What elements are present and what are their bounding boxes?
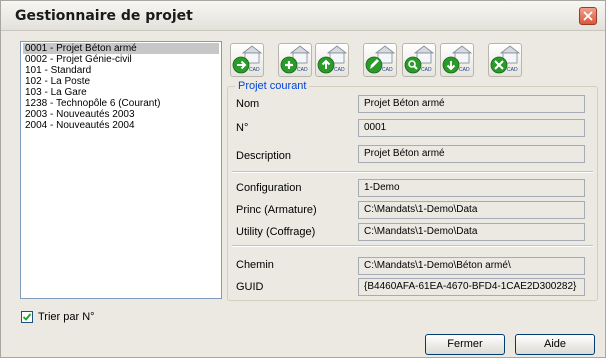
tools-icon: CAD [490, 45, 521, 74]
cad-label: CAD [249, 67, 260, 73]
current-project-group: Projet courant Nom Projet Béton armé N° … [227, 80, 598, 301]
description-label: Description [236, 150, 292, 162]
cad-label: CAD [421, 67, 432, 73]
checkbox-box[interactable] [21, 311, 33, 323]
sort-by-number-checkbox[interactable]: Trier par N° [21, 311, 95, 323]
edit-project-button[interactable]: CAD [363, 43, 397, 77]
upload-project-button[interactable]: CAD [315, 43, 349, 77]
cad-label: CAD [297, 67, 308, 73]
separator [232, 245, 593, 247]
edit-icon: CAD [365, 45, 396, 74]
description-field: Projet Béton armé [358, 145, 585, 163]
name-label: Nom [236, 98, 260, 110]
title-bar[interactable]: Gestionnaire de projet [1, 1, 605, 31]
guid-label: GUID [236, 281, 264, 293]
arrow-right-icon: CAD [232, 45, 263, 74]
project-list-item[interactable]: 102 - La Poste [23, 76, 219, 87]
checkmark-icon [22, 313, 32, 321]
project-list-item[interactable]: 2003 - Nouveautés 2003 [23, 109, 219, 120]
project-list-item[interactable]: 101 - Standard [23, 65, 219, 76]
plus-icon: CAD [280, 45, 311, 74]
path-label: Chemin [236, 259, 274, 271]
download-project-button[interactable]: CAD [440, 43, 474, 77]
name-field: Projet Béton armé [358, 95, 585, 113]
cad-label: CAD [507, 67, 518, 73]
configuration-field: 1-Demo [358, 179, 585, 197]
project-list-item[interactable]: 103 - La Gare [23, 87, 219, 98]
cad-label: CAD [334, 67, 345, 73]
search-project-button[interactable]: CAD [402, 43, 436, 77]
utility-coffrage-field: C:\Mandats\1-Demo\Data [358, 223, 585, 241]
configuration-label: Configuration [236, 182, 302, 194]
arrow-up-icon: CAD [317, 45, 348, 74]
search-icon: CAD [404, 45, 435, 74]
guid-field: {B4460AFA-61EA-4670-BFD4-1CAE2D300282} [358, 278, 585, 296]
close-icon [583, 11, 593, 21]
project-list-item[interactable]: 1238 - Technopôle 6 (Courant) [23, 98, 219, 109]
separator [232, 171, 593, 173]
princ-armature-field: C:\Mandats\1-Demo\Data [358, 201, 585, 219]
new-project-button[interactable]: CAD [278, 43, 312, 77]
number-field: 0001 [358, 119, 585, 137]
arrow-down-icon: CAD [442, 45, 473, 74]
cad-label: CAD [382, 67, 393, 73]
path-field: C:\Mandats\1-Demo\Béton armé\ [358, 257, 585, 275]
close-button[interactable]: Fermer [425, 334, 505, 355]
princ-armature-label: Princ (Armature) [236, 204, 317, 216]
window-title: Gestionnaire de projet [15, 8, 193, 24]
project-list-item[interactable]: 2004 - Nouveautés 2004 [23, 120, 219, 131]
close-window-button[interactable] [579, 7, 597, 25]
cad-label: CAD [459, 67, 470, 73]
tools-project-button[interactable]: CAD [488, 43, 522, 77]
current-project-legend: Projet courant [235, 80, 310, 92]
number-label: N° [236, 122, 249, 134]
help-button[interactable]: Aide [515, 334, 595, 355]
sort-by-number-label: Trier par N° [38, 311, 95, 323]
utility-coffrage-label: Utility (Coffrage) [236, 226, 316, 238]
open-project-button[interactable]: CAD [230, 43, 264, 77]
project-list-item[interactable]: 0002 - Projet Génie-civil [23, 54, 219, 65]
project-list-item[interactable]: 0001 - Projet Béton armé [23, 43, 219, 54]
project-manager-window: Gestionnaire de projet 0001 - Projet Bét… [0, 0, 606, 358]
project-list[interactable]: 0001 - Projet Béton armé 0002 - Projet Gé… [20, 41, 222, 299]
